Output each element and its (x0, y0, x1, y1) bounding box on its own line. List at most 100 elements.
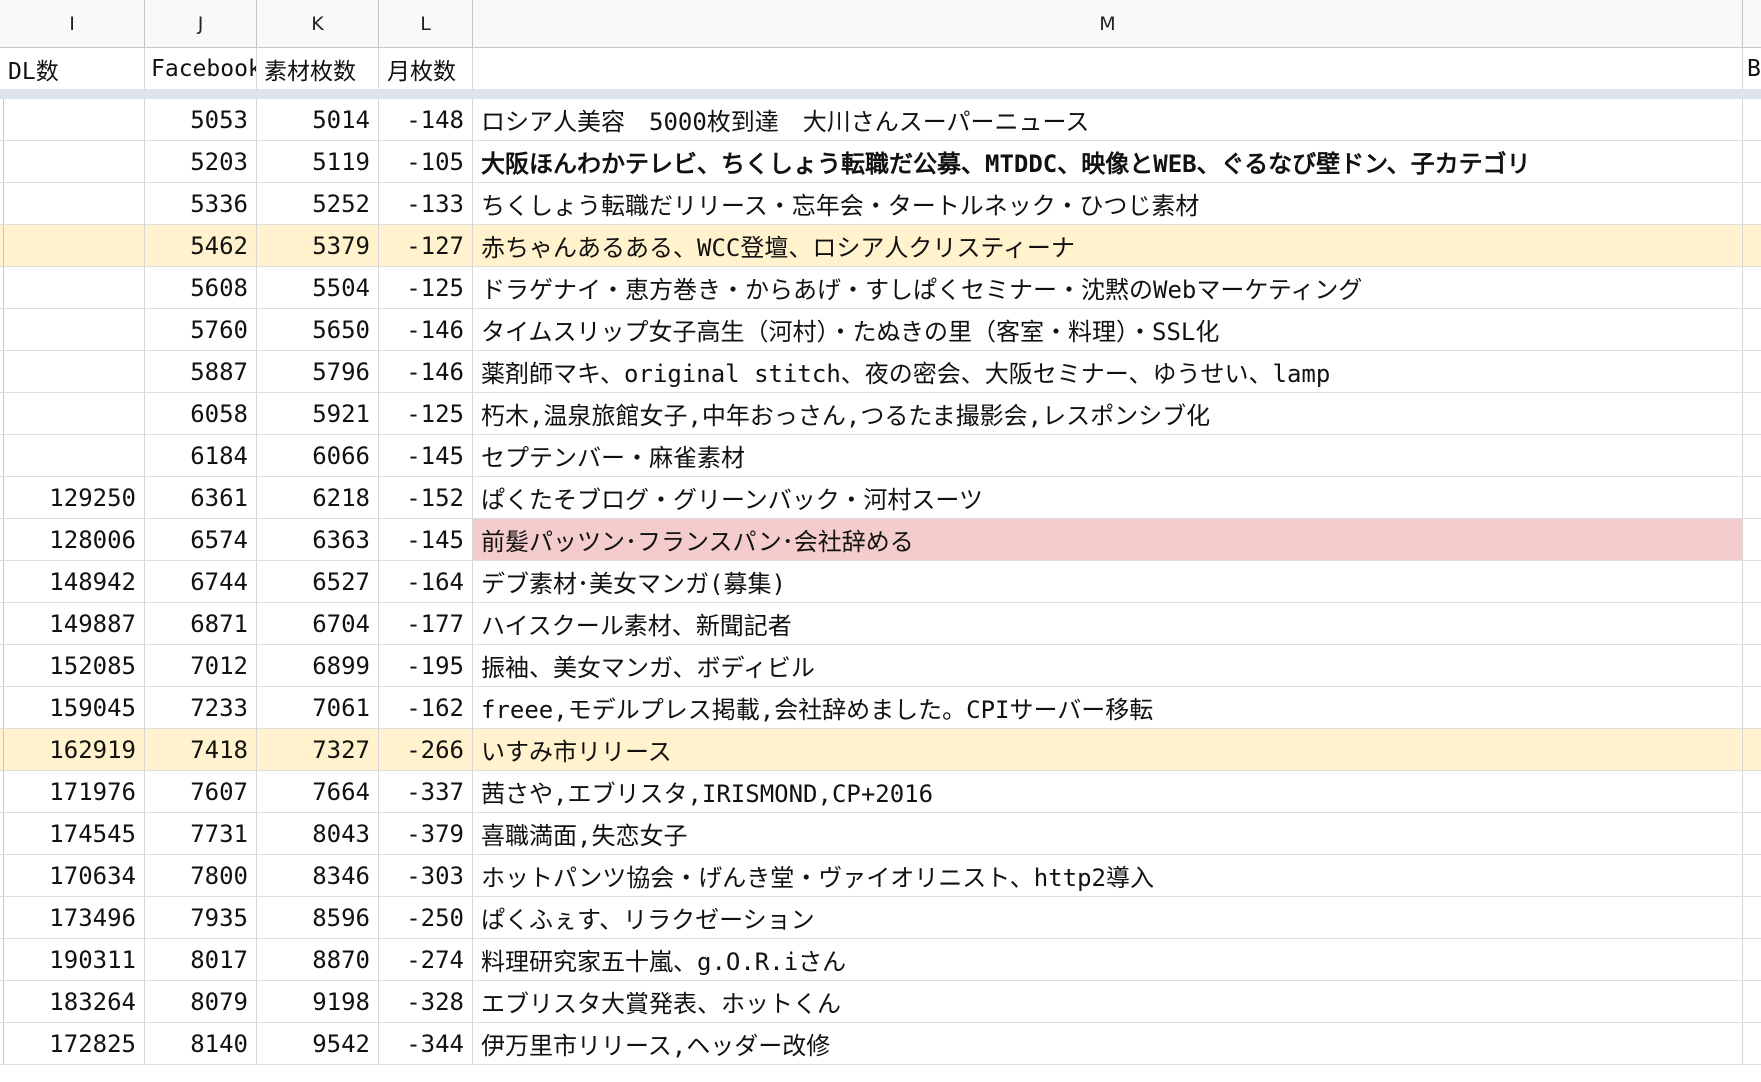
cell-next-column[interactable] (1743, 309, 1761, 350)
header-dl-count[interactable]: DL数 (0, 48, 145, 89)
cell-facebook[interactable]: 8140 (145, 1023, 257, 1064)
cell-sozai-count[interactable]: 8596 (257, 897, 379, 938)
cell-sozai-count[interactable]: 6899 (257, 645, 379, 686)
cell-dl-count[interactable]: 190311 (4, 939, 145, 980)
cell-facebook[interactable]: 7233 (145, 687, 257, 728)
column-header-j[interactable]: J (145, 0, 257, 47)
cell-dl-count[interactable]: 148942 (4, 561, 145, 602)
cell-dl-count[interactable] (4, 267, 145, 308)
cell-facebook[interactable]: 6574 (145, 519, 257, 560)
cell-sozai-count[interactable]: 9542 (257, 1023, 379, 1064)
cell-dl-count[interactable]: 171976 (4, 771, 145, 812)
cell-dl-count[interactable] (4, 435, 145, 476)
cell-next-column[interactable] (1743, 981, 1761, 1022)
cell-dl-count[interactable]: 159045 (4, 687, 145, 728)
cell-memo[interactable]: セプテンバー・麻雀素材 (473, 435, 1743, 476)
cell-memo[interactable]: タイムスリップ女子高生（河村）・たぬきの里（客室・料理）・SSL化 (473, 309, 1743, 350)
cell-sozai-count[interactable]: 5014 (257, 99, 379, 140)
cell-next-column[interactable] (1743, 729, 1761, 770)
cell-dl-count[interactable] (4, 225, 145, 266)
cell-dl-count[interactable] (4, 309, 145, 350)
cell-monthly-count[interactable]: -303 (379, 855, 473, 896)
cell-memo[interactable]: 赤ちゃんあるある、WCC登壇、ロシア人クリスティーナ (473, 225, 1743, 266)
cell-dl-count[interactable]: 149887 (4, 603, 145, 644)
cell-facebook[interactable]: 5760 (145, 309, 257, 350)
cell-sozai-count[interactable]: 5650 (257, 309, 379, 350)
cell-facebook[interactable]: 5053 (145, 99, 257, 140)
cell-monthly-count[interactable]: -105 (379, 141, 473, 182)
cell-facebook[interactable]: 6871 (145, 603, 257, 644)
cell-memo[interactable]: ぱくふぇす、リラクゼーション (473, 897, 1743, 938)
cell-facebook[interactable]: 7418 (145, 729, 257, 770)
cell-monthly-count[interactable]: -125 (379, 393, 473, 434)
column-header-m[interactable]: M (473, 0, 1743, 47)
cell-monthly-count[interactable]: -164 (379, 561, 473, 602)
cell-memo[interactable]: ぱくたそブログ・グリーンバック・河村スーツ (473, 477, 1743, 518)
cell-monthly-count[interactable]: -145 (379, 519, 473, 560)
cell-next-column[interactable] (1743, 225, 1761, 266)
cell-monthly-count[interactable]: -148 (379, 99, 473, 140)
cell-next-column[interactable] (1743, 813, 1761, 854)
cell-memo[interactable]: 振袖、美女マンガ、ボディビル (473, 645, 1743, 686)
cell-next-column[interactable] (1743, 603, 1761, 644)
cell-memo[interactable]: freee,モデルプレス掲載,会社辞めました。CPIサーバー移転 (473, 687, 1743, 728)
cell-monthly-count[interactable]: -127 (379, 225, 473, 266)
cell-monthly-count[interactable]: -162 (379, 687, 473, 728)
cell-dl-count[interactable]: 152085 (4, 645, 145, 686)
cell-dl-count[interactable]: 170634 (4, 855, 145, 896)
cell-memo[interactable]: 喜職満面,失恋女子 (473, 813, 1743, 854)
header-next-column[interactable]: B (1743, 48, 1761, 89)
cell-sozai-count[interactable]: 6218 (257, 477, 379, 518)
cell-dl-count[interactable] (4, 99, 145, 140)
cell-facebook[interactable]: 8017 (145, 939, 257, 980)
cell-facebook[interactable]: 6184 (145, 435, 257, 476)
cell-next-column[interactable] (1743, 141, 1761, 182)
cell-dl-count[interactable]: 128006 (4, 519, 145, 560)
header-monthly-count[interactable]: 月枚数 (379, 48, 473, 89)
cell-dl-count[interactable]: 129250 (4, 477, 145, 518)
cell-next-column[interactable] (1743, 561, 1761, 602)
cell-sozai-count[interactable]: 6363 (257, 519, 379, 560)
cell-memo[interactable]: 料理研究家五十嵐、g.O.R.iさん (473, 939, 1743, 980)
cell-next-column[interactable] (1743, 939, 1761, 980)
cell-monthly-count[interactable]: -195 (379, 645, 473, 686)
cell-memo[interactable]: ホットパンツ協会・げんき堂・ヴァイオリニスト、http2導入 (473, 855, 1743, 896)
cell-next-column[interactable] (1743, 855, 1761, 896)
column-header-next[interactable] (1743, 0, 1761, 47)
cell-next-column[interactable] (1743, 267, 1761, 308)
column-header-i[interactable]: I (0, 0, 145, 47)
cell-facebook[interactable]: 6361 (145, 477, 257, 518)
cell-monthly-count[interactable]: -266 (379, 729, 473, 770)
cell-facebook[interactable]: 5336 (145, 183, 257, 224)
cell-next-column[interactable] (1743, 771, 1761, 812)
header-facebook[interactable]: Facebook (145, 48, 257, 89)
cell-monthly-count[interactable]: -250 (379, 897, 473, 938)
cell-monthly-count[interactable]: -177 (379, 603, 473, 644)
cell-memo[interactable]: 朽木,温泉旅館女子,中年おっさん,つるたま撮影会,レスポンシブ化 (473, 393, 1743, 434)
cell-facebook[interactable]: 7935 (145, 897, 257, 938)
cell-sozai-count[interactable]: 8870 (257, 939, 379, 980)
cell-monthly-count[interactable]: -133 (379, 183, 473, 224)
cell-facebook[interactable]: 7800 (145, 855, 257, 896)
cell-dl-count[interactable] (4, 351, 145, 392)
cell-monthly-count[interactable]: -337 (379, 771, 473, 812)
cell-next-column[interactable] (1743, 687, 1761, 728)
cell-sozai-count[interactable]: 7327 (257, 729, 379, 770)
cell-facebook[interactable]: 7607 (145, 771, 257, 812)
cell-dl-count[interactable] (4, 393, 145, 434)
cell-dl-count[interactable]: 162919 (4, 729, 145, 770)
cell-sozai-count[interactable]: 6066 (257, 435, 379, 476)
cell-sozai-count[interactable]: 5252 (257, 183, 379, 224)
cell-monthly-count[interactable]: -152 (379, 477, 473, 518)
cell-next-column[interactable] (1743, 351, 1761, 392)
cell-monthly-count[interactable]: -344 (379, 1023, 473, 1064)
cell-next-column[interactable] (1743, 99, 1761, 140)
cell-sozai-count[interactable]: 7664 (257, 771, 379, 812)
cell-dl-count[interactable]: 183264 (4, 981, 145, 1022)
cell-facebook[interactable]: 7012 (145, 645, 257, 686)
cell-facebook[interactable]: 5462 (145, 225, 257, 266)
cell-facebook[interactable]: 7731 (145, 813, 257, 854)
cell-memo[interactable]: エブリスタ大賞発表、ホットくん (473, 981, 1743, 1022)
cell-memo[interactable]: 茜さや,エブリスタ,IRISMOND,CP+2016 (473, 771, 1743, 812)
cell-monthly-count[interactable]: -146 (379, 309, 473, 350)
